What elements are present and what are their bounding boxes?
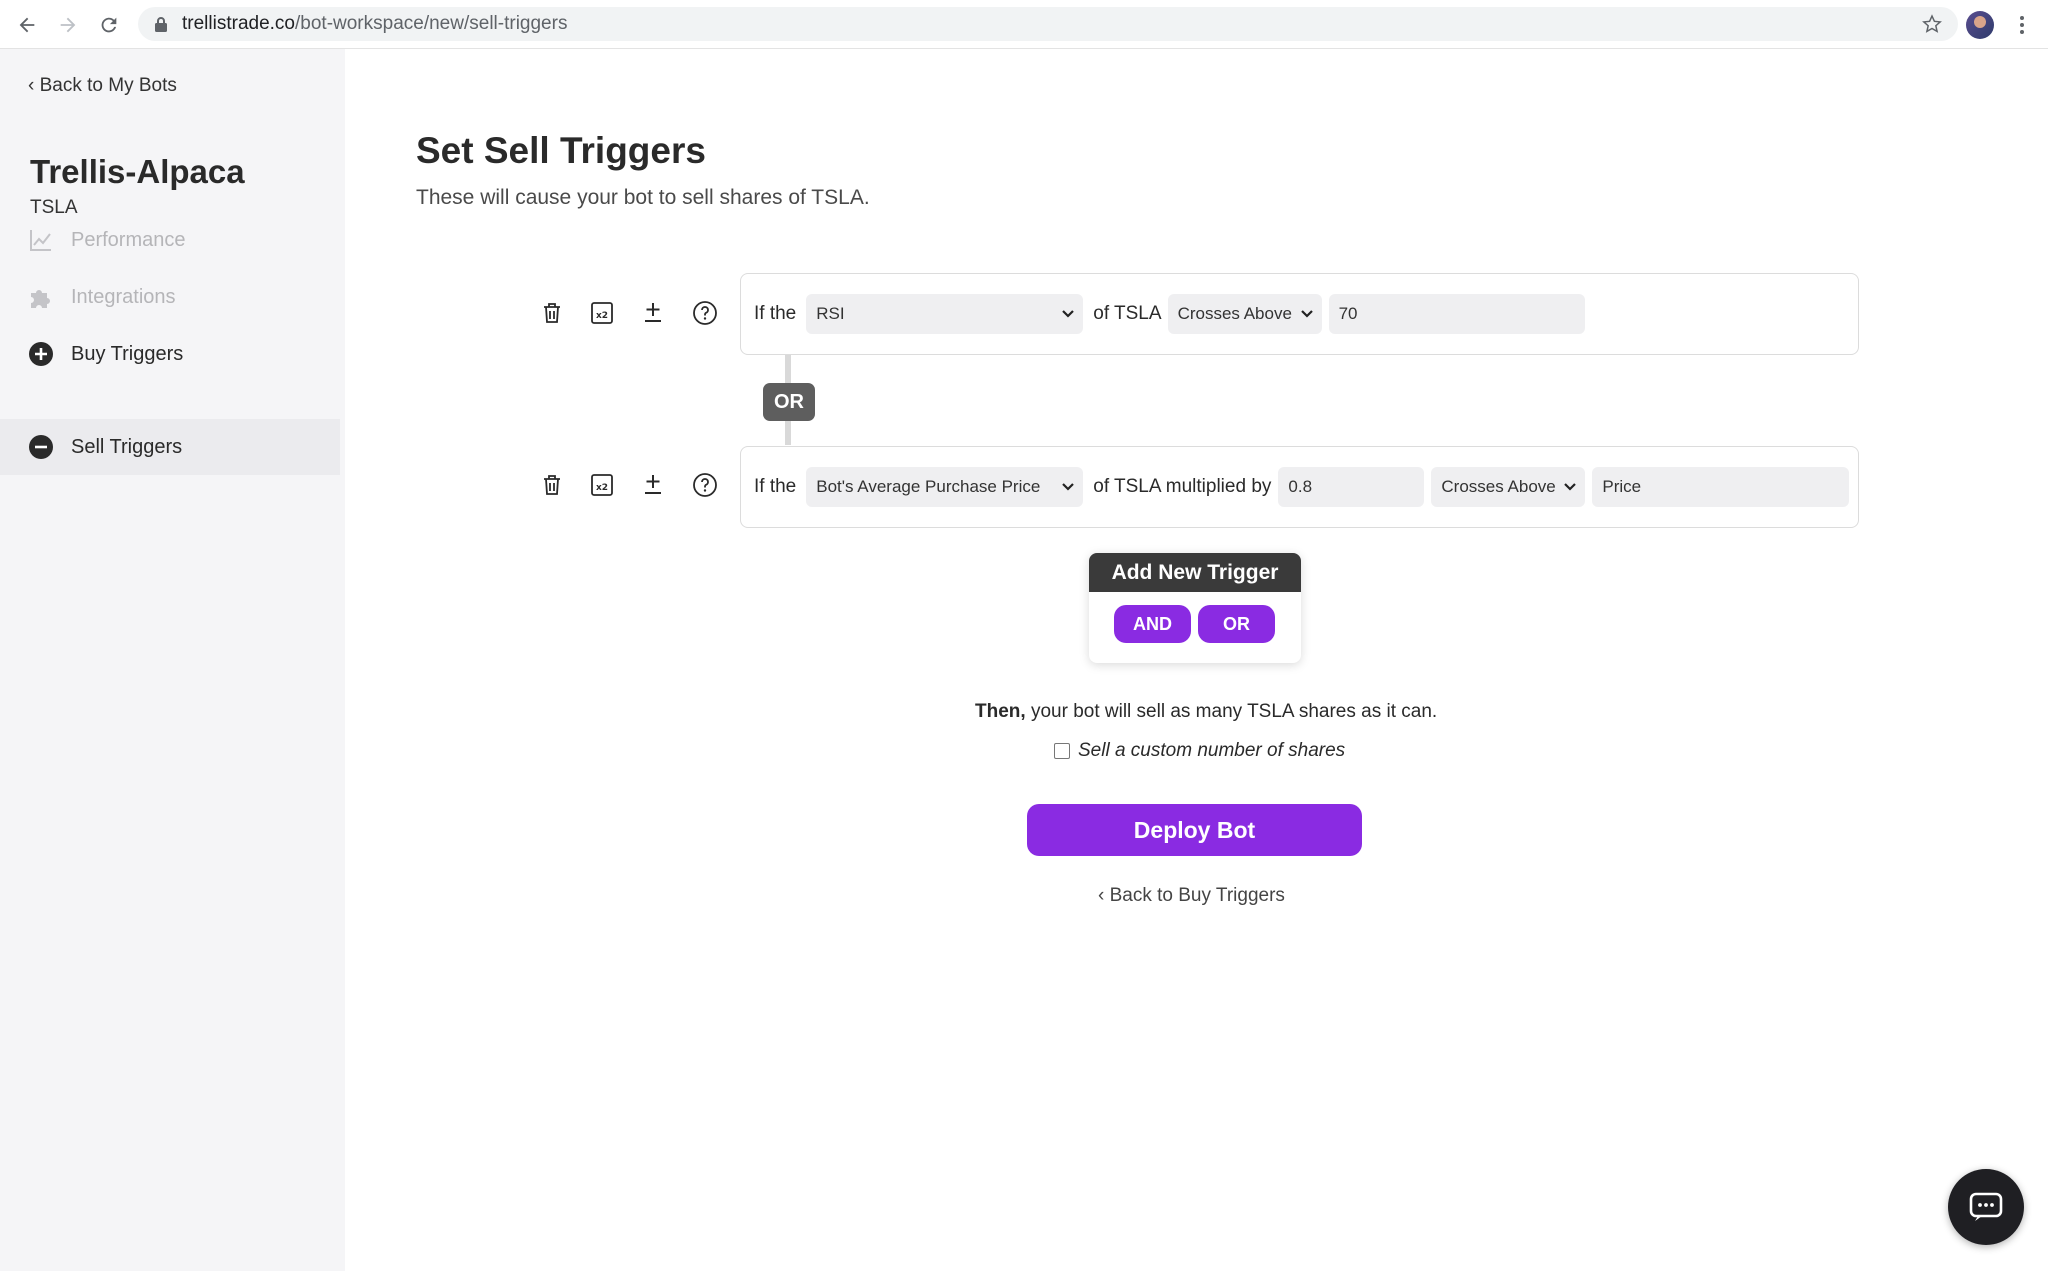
duplicate-icon[interactable]: x2 <box>587 298 617 328</box>
indicator-select[interactable]: Bot's Average Purchase Price <box>806 467 1084 507</box>
chevron-down-icon <box>1300 310 1313 318</box>
then-statement: Then, your bot will sell as many TSLA sh… <box>975 701 1437 723</box>
url-host: trellistrade.co <box>182 13 295 34</box>
sidebar: ‹ Back to My Bots Trellis-Alpaca TSLA Pe… <box>0 49 345 1271</box>
back-to-buy-triggers-link[interactable]: ‹ Back to Buy Triggers <box>1098 885 1285 907</box>
bot-name: Trellis-Alpaca <box>30 153 245 190</box>
sidebar-item-label: Performance <box>71 228 186 251</box>
svg-text:x2: x2 <box>596 311 608 321</box>
custom-shares-checkbox[interactable] <box>1054 743 1070 759</box>
then-rest: your bot will sell as many TSLA shares a… <box>1025 701 1438 722</box>
chevron-down-icon <box>1062 483 1075 491</box>
help-icon[interactable] <box>690 298 720 328</box>
add-and-trigger-button[interactable]: AND <box>1114 605 1191 643</box>
forward-arrow-icon[interactable] <box>55 12 81 38</box>
browser-toolbar: trellistrade.co/bot-workspace/new/sell-t… <box>0 0 2048 49</box>
trash-icon[interactable] <box>537 470 567 500</box>
trash-icon[interactable] <box>537 298 567 328</box>
trigger-prefix: If the <box>754 303 797 324</box>
trigger-of-text: of TSLA <box>1093 303 1162 324</box>
address-bar[interactable]: trellistrade.co/bot-workspace/new/sell-t… <box>138 7 1958 41</box>
sidebar-item-label: Sell Triggers <box>71 435 183 458</box>
bookmark-star-icon[interactable] <box>1922 14 1942 34</box>
menu-kebab-icon[interactable] <box>2016 12 2028 38</box>
sidebar-item-buy-triggers[interactable]: Buy Triggers <box>0 326 340 382</box>
svg-text:x2: x2 <box>596 483 608 493</box>
selected-condition: Crosses Above <box>1441 477 1556 496</box>
then-bold: Then, <box>975 701 1026 722</box>
trigger-row-2: If the Bot's Average Purchase Price of T… <box>740 446 1859 528</box>
plus-minus-icon[interactable] <box>638 470 668 500</box>
plus-circle-icon <box>28 341 54 367</box>
puzzle-icon <box>28 284 54 310</box>
sidebar-item-label: Integrations <box>71 285 176 308</box>
duplicate-icon[interactable]: x2 <box>587 470 617 500</box>
trigger-row-1: If the RSI of TSLA Crosses Above 70 <box>740 273 1859 355</box>
minus-circle-icon <box>28 434 54 460</box>
reload-icon[interactable] <box>96 12 122 38</box>
profile-avatar[interactable] <box>1966 11 1994 39</box>
trigger-value-input[interactable]: 70 <box>1328 294 1585 334</box>
trigger-prefix: If the <box>754 476 797 497</box>
target-input[interactable]: Price <box>1592 467 1850 507</box>
chat-bubble-icon <box>1969 1192 2003 1221</box>
trigger-of-text: of TSLA multiplied by <box>1093 476 1272 497</box>
condition-select[interactable]: Crosses Above <box>1167 294 1322 334</box>
chart-line-icon <box>28 227 54 253</box>
chevron-down-icon <box>1564 483 1577 491</box>
selected-condition: Crosses Above <box>1177 304 1292 323</box>
condition-select[interactable]: Crosses Above <box>1431 467 1586 507</box>
multiplier-input[interactable]: 0.8 <box>1278 467 1425 507</box>
page-title: Set Sell Triggers <box>416 130 706 171</box>
sidebar-item-sell-triggers[interactable]: Sell Triggers <box>0 419 340 475</box>
sidebar-item-label: Buy Triggers <box>71 342 184 365</box>
or-connector-badge: OR <box>763 383 815 421</box>
plus-minus-icon[interactable] <box>638 298 668 328</box>
url-path: /bot-workspace/new/sell-triggers <box>295 13 568 34</box>
chevron-down-icon <box>1062 310 1075 318</box>
back-to-my-bots-link[interactable]: ‹ Back to My Bots <box>28 75 177 97</box>
add-new-trigger-panel: Add New Trigger AND OR <box>1089 553 1301 663</box>
indicator-select[interactable]: RSI <box>806 294 1084 334</box>
custom-shares-row: Sell a custom number of shares <box>1054 740 1345 762</box>
deploy-bot-button[interactable]: Deploy Bot <box>1027 804 1362 856</box>
chat-widget-button[interactable] <box>1948 1169 2024 1245</box>
custom-shares-label: Sell a custom number of shares <box>1078 740 1346 761</box>
sidebar-item-performance[interactable]: Performance <box>0 212 340 268</box>
add-or-trigger-button[interactable]: OR <box>1198 605 1275 643</box>
page-subtitle: These will cause your bot to sell shares… <box>416 186 870 209</box>
selected-indicator: Bot's Average Purchase Price <box>816 477 1041 496</box>
lock-icon <box>155 17 167 32</box>
help-icon[interactable] <box>690 470 720 500</box>
selected-indicator: RSI <box>816 304 845 323</box>
back-arrow-icon[interactable] <box>14 12 40 38</box>
add-new-trigger-title: Add New Trigger <box>1089 553 1301 592</box>
sidebar-item-integrations[interactable]: Integrations <box>0 269 340 325</box>
